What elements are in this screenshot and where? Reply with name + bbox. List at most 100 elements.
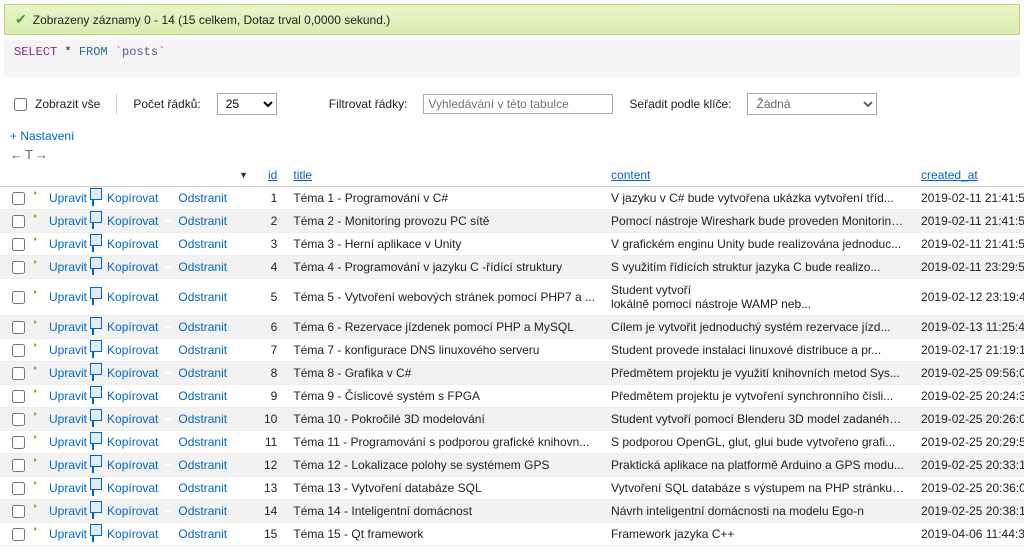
cell-content: Praktická aplikace na platformě Arduino … [603, 454, 913, 477]
row-checkbox[interactable] [12, 413, 25, 426]
copy-link[interactable]: Kopírovat [91, 237, 158, 251]
delete-link[interactable]: Odstranit [162, 412, 227, 426]
copy-link[interactable]: Kopírovat [91, 389, 158, 403]
copy-link[interactable]: Kopírovat [91, 191, 158, 205]
delete-link[interactable]: Odstranit [162, 191, 227, 205]
row-checkbox[interactable] [12, 459, 25, 472]
show-all-checkbox-label[interactable]: Zobrazit vše [10, 97, 100, 111]
edit-link[interactable]: Upravit [33, 320, 87, 334]
delete-link[interactable]: Odstranit [162, 290, 227, 304]
row-checkbox[interactable] [12, 528, 25, 541]
cell-title: Téma 10 - Pokročilé 3D modelování [285, 408, 603, 431]
cell-created-at: 2019-02-25 20:29:58 [913, 431, 1024, 454]
row-checkbox[interactable] [12, 367, 25, 380]
edit-link[interactable]: Upravit [33, 260, 87, 274]
cell-content: Návrh inteligentní domácnosti na modelu … [603, 500, 913, 523]
sort-arrow-icon[interactable]: ▼ [239, 170, 248, 180]
copy-link[interactable]: Kopírovat [91, 527, 158, 541]
edit-link[interactable]: Upravit [33, 481, 87, 495]
delete-link[interactable]: Odstranit [162, 237, 227, 251]
pencil-icon [33, 481, 47, 495]
column-header-created-at[interactable]: created_at [913, 164, 1024, 187]
row-checkbox[interactable] [12, 436, 25, 449]
copy-link[interactable]: Kopírovat [91, 458, 158, 472]
delete-link[interactable]: Odstranit [162, 458, 227, 472]
cell-id: 14 [256, 500, 285, 523]
edit-link[interactable]: Upravit [33, 237, 87, 251]
copy-link[interactable]: Kopírovat [91, 214, 158, 228]
column-header-id[interactable]: id [256, 164, 285, 187]
row-checkbox[interactable] [12, 291, 25, 304]
copy-link[interactable]: Kopírovat [91, 260, 158, 274]
edit-link[interactable]: Upravit [33, 389, 87, 403]
actions-header: ▼ [0, 164, 256, 187]
row-checkbox[interactable] [12, 215, 25, 228]
copy-link[interactable]: Kopírovat [91, 481, 158, 495]
cell-title: Téma 4 - Programování v jazyku C -řídící… [285, 256, 603, 279]
row-checkbox[interactable] [12, 321, 25, 334]
cell-created-at: 2019-02-25 20:26:08 [913, 408, 1024, 431]
pencil-icon [33, 343, 47, 357]
row-count-select[interactable]: 25 [217, 93, 277, 115]
row-checkbox[interactable] [12, 261, 25, 274]
edit-link[interactable]: Upravit [33, 527, 87, 541]
edit-link[interactable]: Upravit [33, 458, 87, 472]
show-all-checkbox[interactable] [14, 98, 27, 111]
delete-link[interactable]: Odstranit [162, 366, 227, 380]
edit-link[interactable]: Upravit [33, 343, 87, 357]
cell-id: 3 [256, 233, 285, 256]
pencil-icon [33, 458, 47, 472]
copy-link[interactable]: Kopírovat [91, 366, 158, 380]
edit-link[interactable]: Upravit [33, 412, 87, 426]
delete-link[interactable]: Odstranit [162, 435, 227, 449]
settings-toggle[interactable]: + Nastavení [0, 127, 1024, 145]
sort-key-select[interactable]: Žádná [747, 93, 877, 115]
delete-icon [162, 260, 176, 274]
cell-created-at: 2019-02-13 11:25:44 [913, 316, 1024, 339]
row-checkbox[interactable] [12, 390, 25, 403]
copy-icon [91, 527, 105, 541]
copy-link[interactable]: Kopírovat [91, 504, 158, 518]
delete-icon [162, 237, 176, 251]
column-nav-icons[interactable]: ←T→ [0, 145, 1024, 164]
cell-id: 1 [256, 187, 285, 210]
pencil-icon [33, 191, 47, 205]
cell-id: 7 [256, 339, 285, 362]
edit-link[interactable]: Upravit [33, 214, 87, 228]
delete-link[interactable]: Odstranit [162, 343, 227, 357]
row-checkbox[interactable] [12, 482, 25, 495]
edit-link[interactable]: Upravit [33, 504, 87, 518]
row-checkbox[interactable] [12, 238, 25, 251]
delete-link[interactable]: Odstranit [162, 260, 227, 274]
edit-link[interactable]: Upravit [33, 435, 87, 449]
row-checkbox[interactable] [12, 344, 25, 357]
delete-link[interactable]: Odstranit [162, 527, 227, 541]
cell-created-at: 2019-02-17 21:19:10 [913, 339, 1024, 362]
table-row: UpravitKopírovatOdstranit4Téma 4 - Progr… [0, 256, 1024, 279]
copy-link[interactable]: Kopírovat [91, 290, 158, 304]
cell-id: 10 [256, 408, 285, 431]
edit-link[interactable]: Upravit [33, 290, 87, 304]
delete-link[interactable]: Odstranit [162, 214, 227, 228]
row-count-label: Počet řádků: [133, 97, 200, 111]
copy-icon [91, 343, 105, 357]
copy-icon [91, 290, 105, 304]
copy-link[interactable]: Kopírovat [91, 343, 158, 357]
cell-content: Pomocí nástroje Wireshark bude proveden … [603, 210, 913, 233]
edit-link[interactable]: Upravit [33, 366, 87, 380]
delete-link[interactable]: Odstranit [162, 389, 227, 403]
row-checkbox[interactable] [12, 192, 25, 205]
copy-link[interactable]: Kopírovat [91, 320, 158, 334]
copy-link[interactable]: Kopírovat [91, 412, 158, 426]
row-checkbox[interactable] [12, 505, 25, 518]
column-header-content[interactable]: content [603, 164, 913, 187]
delete-link[interactable]: Odstranit [162, 481, 227, 495]
edit-link[interactable]: Upravit [33, 191, 87, 205]
delete-link[interactable]: Odstranit [162, 320, 227, 334]
column-header-title[interactable]: title [285, 164, 603, 187]
filter-input[interactable] [423, 94, 613, 114]
cell-id: 13 [256, 477, 285, 500]
copy-link[interactable]: Kopírovat [91, 435, 158, 449]
cell-content: Vytvoření SQL databáze s výstupem na PHP… [603, 477, 913, 500]
delete-link[interactable]: Odstranit [162, 504, 227, 518]
